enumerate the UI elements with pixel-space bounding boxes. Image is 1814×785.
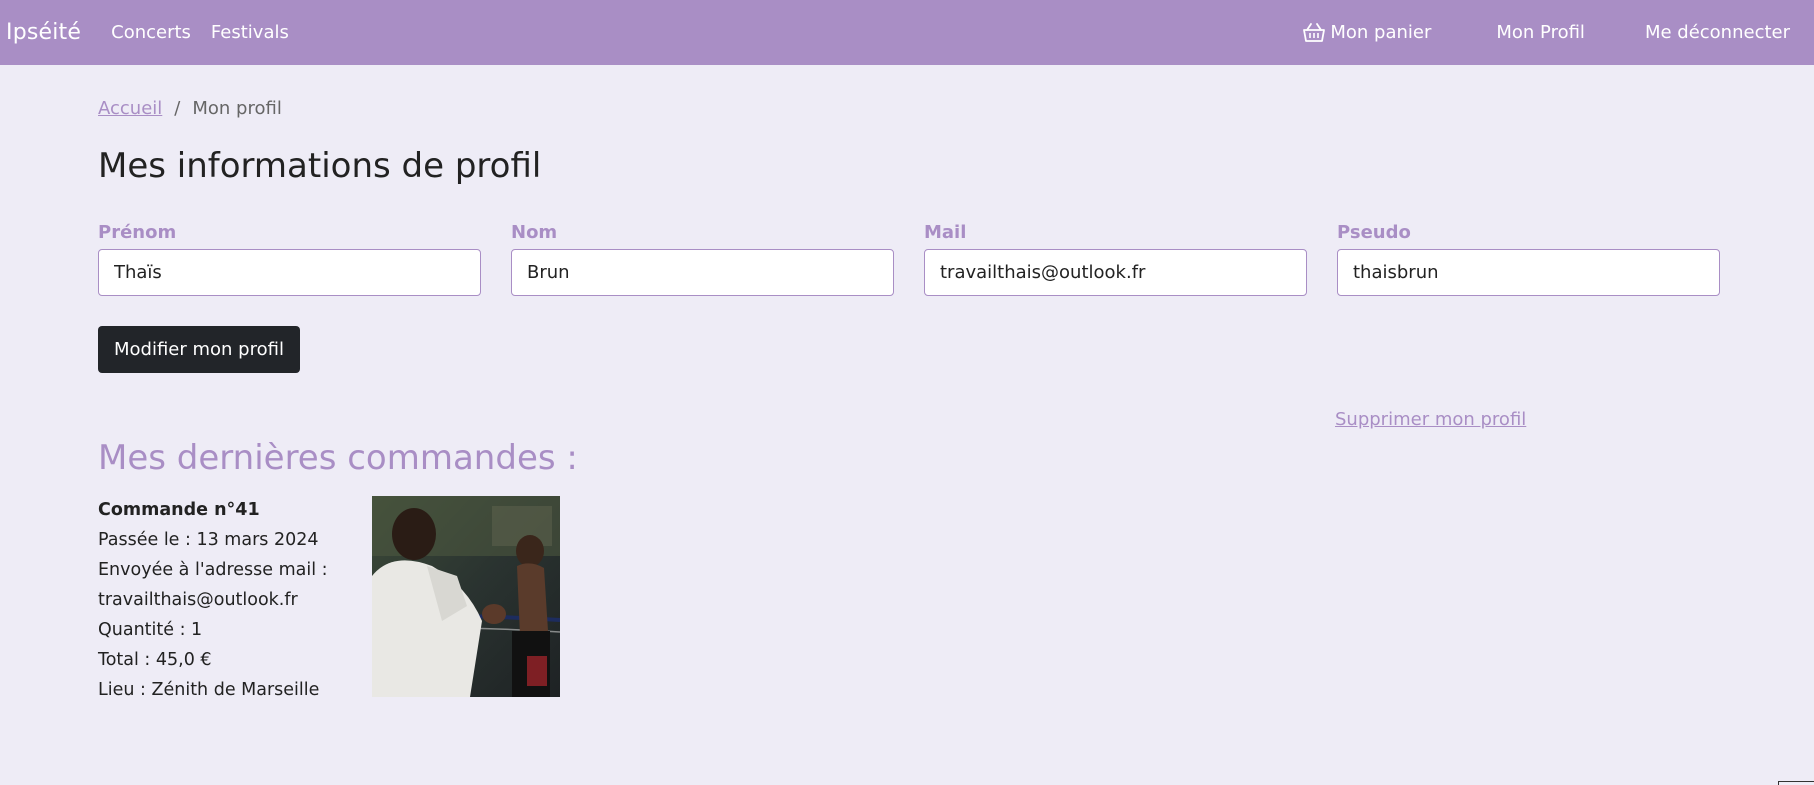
- nav-right: Mon panier Mon Profil Me déconnecter: [1303, 0, 1790, 65]
- nav-profile-link[interactable]: Mon Profil: [1496, 22, 1585, 43]
- nav-link-festivals[interactable]: Festivals: [211, 22, 289, 43]
- lastname-input[interactable]: [511, 249, 894, 296]
- field-email: Mail: [924, 222, 1307, 296]
- nav-link-concerts[interactable]: Concerts: [111, 22, 191, 43]
- breadcrumb-home-link[interactable]: Accueil: [98, 98, 162, 119]
- order-place: Lieu : Zénith de Marseille: [98, 680, 320, 700]
- edit-profile-button[interactable]: Modifier mon profil: [98, 326, 300, 373]
- order-quantity: Quantité : 1: [98, 620, 203, 640]
- order-info: Commande n°41 Passée le : 13 mars 2024 E…: [98, 495, 372, 705]
- lastname-label: Nom: [511, 222, 558, 243]
- order-card: Commande n°41 Passée le : 13 mars 2024 E…: [98, 495, 560, 705]
- brand-logo[interactable]: Ipséité: [6, 20, 81, 45]
- email-input[interactable]: [924, 249, 1307, 296]
- order-email: travailthais@outlook.fr: [98, 590, 298, 610]
- nav-cart-link[interactable]: Mon panier: [1303, 22, 1431, 43]
- nav-logout-link[interactable]: Me déconnecter: [1645, 22, 1790, 43]
- breadcrumb-current: Mon profil: [192, 98, 282, 119]
- order-date: Passée le : 13 mars 2024: [98, 530, 319, 550]
- field-firstname: Prénom: [98, 222, 481, 296]
- basket-icon: [1303, 22, 1326, 43]
- navbar: Ipséité Concerts Festivals Mon panier Mo…: [0, 0, 1814, 65]
- order-sent-to-label: Envoyée à l'adresse mail :: [98, 560, 328, 580]
- order-total: Total : 45,0 €: [98, 650, 212, 670]
- breadcrumb: Accueil / Mon profil: [98, 98, 1718, 119]
- page-title: Mes informations de profil: [98, 146, 542, 186]
- email-label: Mail: [924, 222, 967, 243]
- nav-left: Concerts Festivals: [111, 22, 289, 43]
- username-input[interactable]: [1337, 249, 1720, 296]
- profile-fields: Prénom Nom Mail Pseudo: [98, 222, 1720, 296]
- main-content: Accueil / Mon profil Mes informations de…: [98, 65, 1720, 700]
- orders-title: Mes dernières commandes :: [98, 438, 578, 478]
- firstname-label: Prénom: [98, 222, 177, 243]
- order-event-image: [372, 496, 560, 697]
- corner-artifact: [1778, 781, 1814, 785]
- breadcrumb-separator: /: [174, 98, 181, 119]
- field-username: Pseudo: [1337, 222, 1720, 296]
- nav-cart-label: Mon panier: [1330, 22, 1432, 43]
- username-label: Pseudo: [1337, 222, 1411, 243]
- firstname-input[interactable]: [98, 249, 481, 296]
- field-lastname: Nom: [511, 222, 894, 296]
- order-number: Commande n°41: [98, 500, 260, 520]
- delete-profile-link[interactable]: Supprimer mon profil: [1335, 409, 1526, 430]
